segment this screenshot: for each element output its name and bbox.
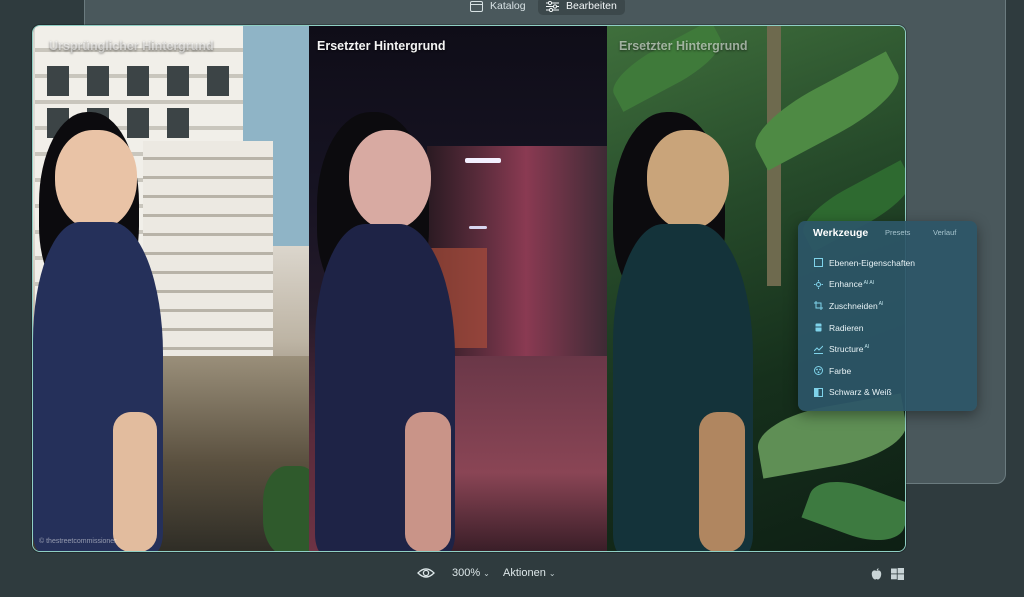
eraser-icon <box>815 323 822 332</box>
photo-credit: © thestreetcommissioner <box>39 538 117 545</box>
chevron-down-icon: ⌄ <box>483 568 490 578</box>
original-background-panel: Ursprünglicher Hintergrund © thestreetco… <box>33 26 309 551</box>
image-canvas[interactable]: Ursprünglicher Hintergrund © thestreetco… <box>32 25 906 552</box>
tool-ebenen-eigenschaften[interactable]: Ebenen-Eigenschaften <box>814 252 915 274</box>
layer-properties-icon <box>814 258 823 268</box>
eye-icon <box>417 568 435 578</box>
tab-presets[interactable]: Presets <box>885 228 910 237</box>
tools-panel: Werkzeuge Presets Verlauf Ebenen-Eigensc… <box>798 221 977 411</box>
bottom-bar: 300% ⌄ Aktionen ⌄ <box>0 565 1024 585</box>
zoom-value: 300% <box>452 567 481 579</box>
replaced-background-panel-tunnel: Ersetzter Hintergrund <box>309 26 607 551</box>
tab-bearbeiten[interactable]: Bearbeiten <box>538 0 625 15</box>
tool-schwarz-weiss[interactable]: Schwarz & Weiß <box>814 382 915 404</box>
black-white-icon <box>814 387 823 397</box>
panel-label-original: Ursprünglicher Hintergrund <box>49 39 214 53</box>
catalog-icon <box>470 0 483 12</box>
actions-dropdown[interactable]: Aktionen ⌄ <box>503 567 556 579</box>
tab-werkzeuge[interactable]: Werkzeuge <box>813 227 868 239</box>
enhance-icon <box>814 279 823 289</box>
tool-enhance[interactable]: EnhanceAI AI <box>814 274 915 296</box>
windows-platform-button[interactable] <box>891 568 904 580</box>
panel-label-replaced-2: Ersetzter Hintergrund <box>619 39 748 53</box>
preview-toggle-button[interactable] <box>417 567 435 579</box>
tool-zuschneiden[interactable]: ZuschneidenAI <box>814 295 915 317</box>
tool-structure[interactable]: StructureAI <box>814 338 915 360</box>
zoom-dropdown[interactable]: 300% ⌄ <box>452 567 490 579</box>
panel-label-replaced-1: Ersetzter Hintergrund <box>317 39 446 53</box>
top-bar: Katalog Bearbeiten <box>0 0 1024 16</box>
tab-katalog-label: Katalog <box>490 0 526 12</box>
tools-tabs: Werkzeuge Presets Verlauf <box>798 221 977 247</box>
structure-icon <box>814 345 823 354</box>
apple-platform-button[interactable] <box>871 568 882 580</box>
sliders-icon <box>546 0 559 12</box>
actions-label: Aktionen <box>503 567 546 579</box>
tool-farbe[interactable]: Farbe <box>814 360 915 382</box>
tab-bearbeiten-label: Bearbeiten <box>566 0 617 12</box>
crop-icon <box>814 301 823 311</box>
tab-katalog[interactable]: Katalog <box>462 0 534 15</box>
color-icon <box>814 366 823 376</box>
windows-icon <box>891 568 904 580</box>
tools-list: Ebenen-Eigenschaften EnhanceAI AI Zuschn… <box>814 252 915 403</box>
tool-radieren[interactable]: Radieren <box>814 317 915 339</box>
apple-icon <box>871 568 882 580</box>
tab-verlauf[interactable]: Verlauf <box>933 228 956 237</box>
chevron-down-icon: ⌄ <box>548 568 556 578</box>
